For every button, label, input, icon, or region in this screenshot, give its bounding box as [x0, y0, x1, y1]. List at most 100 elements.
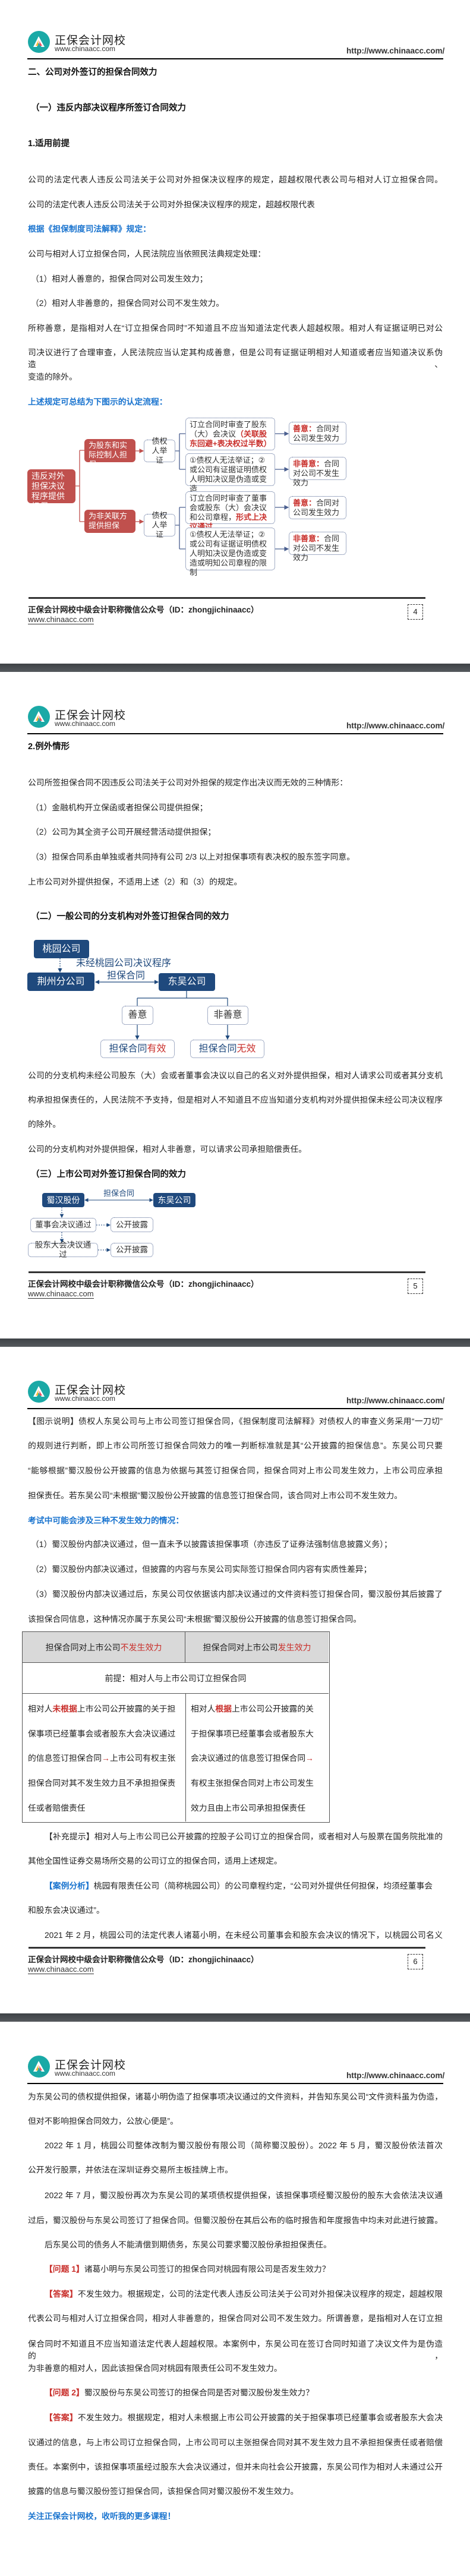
paragraph-line: 2021 年 2 月，桃园公司的法定代表人诸葛小明，在未经公司董事会和股东会决议… — [45, 1931, 443, 1940]
paragraph-line: 公司的分支机构对外提供担保，相对人非善意，可以请求公司承担赔偿责任。 — [28, 1145, 307, 1154]
paragraph-line: 后东吴公司的债务人不能清偿到期债务，东吴公司要求蜀汉股份承担担保责任。 — [45, 2240, 332, 2249]
diagram-note: 担保合同 — [107, 971, 146, 981]
flow-node-no-proof-articles: ①债权人无法举证；②或公司有证据证明债权人明知决议是伪造或变造或明知公司章程的限… — [185, 528, 275, 577]
arrow-icon: → — [102, 1754, 110, 1763]
header-divider — [27, 733, 443, 734]
paragraph-line: 该担保合同信息，这种情况亦属于东吴公司“未根据”蜀汉股份公开披露的信息签订担保合… — [28, 1615, 362, 1624]
node-contract-invalid: 担保合同 无效 — [190, 1040, 264, 1058]
paragraph-line: 2022 年 1 月，桃园公司整体改制为蜀汉股份有限公司（简称蜀汉股份）。202… — [45, 2141, 443, 2150]
logo-url: www.chinaacc.com — [55, 719, 116, 728]
node-shareholder-resolution: 股东大会决议通过 — [28, 1240, 98, 1259]
flow-node-reviewed-resolution: 订立合同时审查了股东（大）会决议（关联股东回避+表决权过半数） — [185, 418, 275, 450]
cell-text: 相对人 — [28, 1704, 53, 1713]
paragraph-line: 【图示说明】债权人东吴公司与上市公司签订担保合同，《担保制度司法解释》对债权人的… — [28, 1417, 443, 1426]
paragraph-line: 为非善意的相对人，因此该担保合同对桃园有限责任公司不发生效力。 — [28, 2364, 282, 2373]
page-number: 5 — [408, 1278, 423, 1294]
subsection-title: （三）上市公司对外签订担保合同的效力 — [31, 1170, 186, 1179]
paragraph-line: 披露的信息与蜀汉股份签订担保合同，该担保合同对蜀汉股份不发生效力。 — [28, 2487, 299, 2496]
table-cell-line: 有权主张担保合同对上市公司发生 — [191, 1779, 314, 1788]
flow-node-reviewed-articles: 订立合同时审查了董事会或股东（大）会决议和公司章程，形式上决议通过 — [185, 491, 275, 531]
paragraph-line: 上市公司对外提供担保，不适用上述（2）和（3）的规定。 — [28, 877, 242, 886]
answer-1: 【答案】不发生效力。根据规定，公司的法定代表人违反公司法关于公司对外担保决议程序… — [45, 2288, 443, 2300]
footer-divider — [29, 1947, 425, 1949]
header-divider — [27, 1408, 443, 1409]
node-good-faith: 善意 — [122, 1006, 153, 1025]
page-number: 6 — [408, 1954, 423, 1969]
cell-text: 上市公司公开披露的关于担 — [77, 1704, 176, 1713]
flow-node-creditor-proof: 债权人举证 — [144, 437, 175, 465]
table-cell-line: 于担保事项已经董事会或者股东大 — [191, 1729, 314, 1738]
footer-site-link[interactable]: www.chinaacc.com — [28, 615, 94, 624]
header-red: 发生效力 — [277, 1642, 311, 1652]
table-cell-line: 保事项已经董事会或者股东大会决议通过 — [28, 1729, 176, 1738]
cell-text: 会决议通过的信息签订担保合同 — [191, 1754, 306, 1763]
cell-highlight: 未根据 — [52, 1704, 77, 1713]
chinaacc-logo-icon — [28, 2056, 50, 2078]
cell-text: 的信息签订担保合同 — [28, 1754, 102, 1763]
heading-exceptions: 2.例外情形 — [28, 742, 70, 752]
flow-root-node: 违反对外担保决议程序提供担保 — [27, 469, 75, 511]
paragraph-line: 但对不影响担保合同效力，公放心便是”。 — [28, 2117, 178, 2126]
table-cell-line: 担保合同对其不发生效力且不承担担保责 — [28, 1779, 176, 1788]
footer-wechat: 正保会计网校中级会计职称微信公众号（ID：zhongjichinaacc） — [28, 1955, 259, 1964]
paragraph-line: 过后，蜀汉股份与东吴公司签订了担保合同。但蜀汉股份在其后公布的临时报告和年度报告… — [28, 2216, 443, 2225]
page-separator — [0, 2013, 470, 2022]
node-contract-valid: 担保合同 有效 — [100, 1040, 175, 1058]
page-separator — [0, 1338, 470, 1347]
page-footer: 正保会计网校中级会计职称微信公众号（ID：zhongjichinaacc） ww… — [0, 597, 470, 627]
list-item: （2）公司为其全资子公司开展经营活动提供担保； — [31, 828, 216, 836]
site-url-link[interactable]: http://www.chinaacc.com/ — [346, 2071, 444, 2080]
subsection-title: （二）一般公司的分支机构对外签订担保合同的效力 — [31, 912, 229, 921]
table-cell-line: 任或者赔偿责任 — [28, 1804, 86, 1813]
node-branch-company: 荆州分公司 — [27, 973, 94, 991]
node-listed-company: 蜀汉股份 — [42, 1193, 84, 1207]
cell-text: 相对人 — [191, 1704, 216, 1713]
node-parent-company: 桃园公司 — [34, 940, 89, 958]
question-label: 【问题 2】 — [45, 2388, 84, 2397]
site-url-link[interactable]: http://www.chinaacc.com/ — [346, 1396, 444, 1405]
result-prefix: 担保合同 — [109, 1043, 147, 1054]
flow-result-bad-faith: 非善意：合同对公司不发生效力 — [289, 532, 346, 562]
header-red: 不发生效力 — [120, 1642, 162, 1652]
page-number: 4 — [408, 604, 423, 620]
paragraph-line: 担保责任。若东吴公司“未根据”蜀汉股份公开披露的信息签订担保合同，该合同对上市公… — [28, 1491, 403, 1500]
table-premise-row: 前提：相对人与上市公司订立担保合同 — [23, 1663, 329, 1694]
site-url-link[interactable]: http://www.chinaacc.com/ — [346, 721, 444, 730]
header-divider — [27, 2083, 443, 2084]
list-item: （1）金融机构开立保函或者担保公司提供担保； — [31, 803, 208, 812]
question-label: 【问题 1】 — [45, 2265, 84, 2274]
arrow-icon: → — [305, 1754, 314, 1763]
node-board-resolution: 董事会决议通过 — [30, 1218, 96, 1232]
question-text: 蜀汉股份与东吴公司签订的担保合同是否对蜀汉股份发生效力？ — [84, 2388, 314, 2397]
follow-call-to-action: 关注正保会计网校，收听我的更多课程！ — [28, 2512, 176, 2521]
paragraph-line: 的规则进行判断，即上市公司所签订担保合同效力的唯一判断标准就是其“公开披露的担保… — [28, 1441, 443, 1450]
logo-url: www.chinaacc.com — [55, 2069, 116, 2078]
list-item: （1）蜀汉股份内部决议通过，但一直未予以披露该担保事项（亦违反了证券法强制信息披… — [31, 1540, 392, 1549]
footer-site-link[interactable]: www.chinaacc.com — [28, 1289, 94, 1299]
flow-result-bad-faith: 非善意：合同对公司不发生效力 — [289, 457, 346, 487]
question-2: 【问题 2】蜀汉股份与东吴公司签订的担保合同是否对蜀汉股份发生效力？ — [45, 2387, 314, 2399]
page-header: 正保会计网校 www.chinaacc.com http://www.china… — [0, 1381, 470, 1409]
answer-text: 不发生效力。根据规定，公司的法定代表人违反公司法关于公司对外担保决议程序的规定，… — [77, 2290, 443, 2299]
footer-wechat: 正保会计网校中级会计职称微信公众号（ID：zhongjichinaacc） — [28, 1280, 259, 1289]
paragraph-line: 公司的分支机构未经公司股东（大）会或者董事会决议以自己的名义对外提供担保，相对人… — [28, 1071, 443, 1080]
question-text: 诸葛小明与东吴公司签订的担保合同对桃园有限公司是否发生效力？ — [84, 2265, 330, 2274]
cell-text: 上市公司有权主张 — [109, 1754, 176, 1763]
header-prefix: 担保合同对上市公司 — [45, 1642, 121, 1652]
node-counterparty: 东吴公司 — [153, 1193, 195, 1207]
paragraph-line: 的除外。 — [28, 1120, 61, 1129]
table-cell-line: 效力且由上市公司承担担保责任 — [191, 1804, 306, 1813]
node-public-disclosure: 公开披露 — [111, 1243, 153, 1257]
page-footer: 正保会计网校中级会计职称微信公众号（ID：zhongjichinaacc） ww… — [0, 1947, 470, 1977]
flow-node-unrelated-party: 为非关联方提供担保 — [84, 510, 135, 533]
paragraph-line: 2022 年 7 月，蜀汉股份再次为东吴公司的某项债权提供担保，该担保事项经蜀汉… — [45, 2191, 443, 2200]
list-item: （3）蜀汉股份内部决议通过后，东吴公司仅依据该内部决议通过的文件资料签订担保合同… — [31, 1590, 443, 1599]
footer-site-link[interactable]: www.chinaacc.com — [28, 1965, 94, 1974]
cell-text: 上市公司公开披露的关 — [231, 1704, 314, 1713]
case-analysis-label: 【案例分析】 — [45, 1882, 94, 1890]
table-cell-line: 相对人根据上市公司公开披露的关 — [191, 1703, 314, 1715]
logo-url: www.chinaacc.com — [55, 1394, 116, 1403]
answer-label: 【答案】 — [45, 2290, 78, 2299]
paragraph-line: 代表公司与相对人订立担保合同，相对人非善意的，担保合同对公司不发生效力。所谓善意… — [28, 2314, 443, 2323]
paragraph-line: 【补充提示】相对人与上市公司已公开披露的控股子公司订立的担保合同，或者相对人与股… — [45, 1832, 443, 1841]
